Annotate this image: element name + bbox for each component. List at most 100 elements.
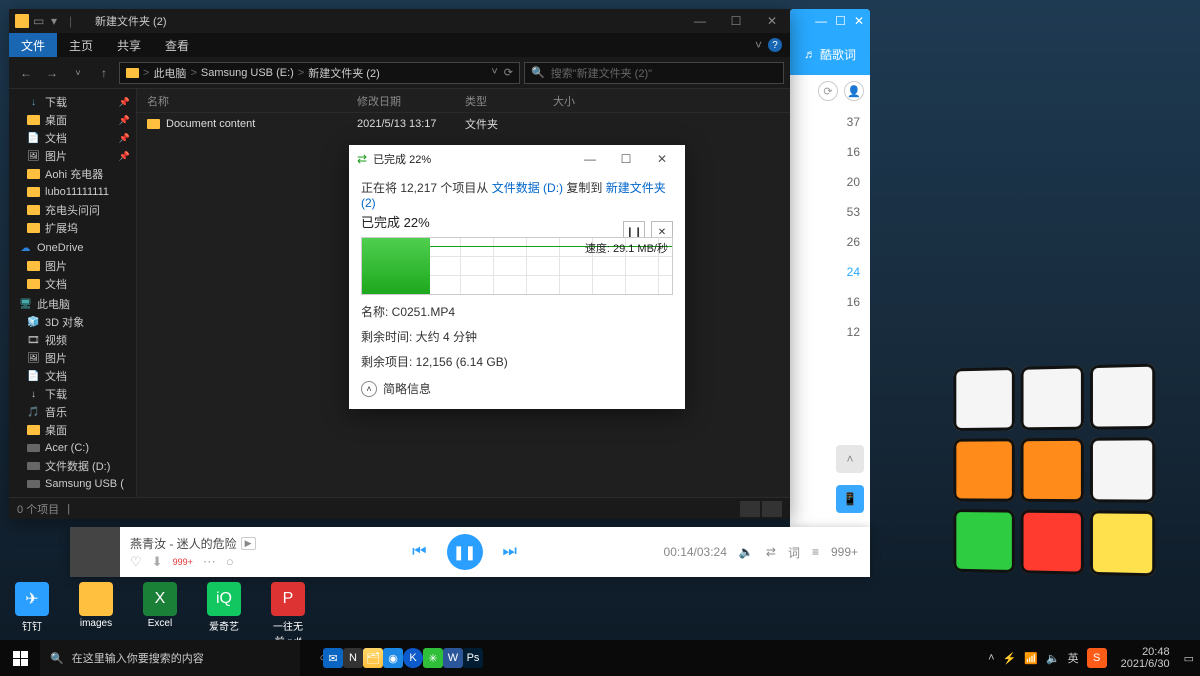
crumb-folder[interactable]: 新建文件夹 (2): [308, 65, 380, 81]
like-button[interactable]: ♡: [130, 554, 142, 570]
clock[interactable]: 20:48 2021/6/30: [1115, 646, 1176, 670]
taskbar-app[interactable]: W: [443, 640, 463, 676]
forward-button[interactable]: →: [41, 62, 63, 84]
navpane-item[interactable]: 桌面: [9, 421, 136, 439]
help-icon[interactable]: ?: [768, 38, 782, 52]
source-link[interactable]: 文件数据 (D:): [492, 181, 563, 195]
wifi-icon[interactable]: 📶: [1024, 652, 1038, 665]
navpane-item[interactable]: Aohi 充电器: [9, 165, 136, 183]
phone-sync-button[interactable]: 📱: [836, 485, 864, 513]
mv-badge[interactable]: ▶: [241, 537, 256, 550]
thispc-header[interactable]: 🖥此电脑: [9, 295, 136, 313]
navpane-item[interactable]: 文档: [9, 275, 136, 293]
desktop-icon[interactable]: images: [70, 582, 122, 648]
navpane-item[interactable]: 充电头问问: [9, 201, 136, 219]
navpane-item[interactable]: 🧊3D 对象: [9, 313, 136, 331]
qat-icon[interactable]: ▾: [51, 14, 65, 28]
more-button[interactable]: ⋯: [203, 554, 216, 570]
navpane-item[interactable]: 📄文档: [9, 367, 136, 385]
view-details-button[interactable]: [740, 501, 760, 517]
navpane-item[interactable]: 文件数据 (D:): [9, 457, 136, 475]
loop-button[interactable]: ⇄: [766, 545, 776, 559]
taskbar-search[interactable]: 🔍 在这里输入你要搜索的内容: [40, 640, 300, 676]
tab-view[interactable]: 查看: [153, 33, 201, 57]
ring-button[interactable]: ○: [226, 554, 234, 569]
search-input[interactable]: 🔍 搜索"新建文件夹 (2)": [524, 62, 784, 84]
onedrive-header[interactable]: ☁OneDrive: [9, 239, 136, 257]
breadcrumb[interactable]: > 此电脑 > Samsung USB (E:) > 新建文件夹 (2) ˅ ⟳: [119, 62, 520, 84]
navpane-item[interactable]: ↓下载📌: [9, 93, 136, 111]
sogou-ime-icon[interactable]: S: [1087, 648, 1107, 668]
navpane-item[interactable]: Samsung USB (: [9, 475, 136, 493]
start-button[interactable]: [0, 640, 40, 676]
user-icon[interactable]: 👤: [844, 81, 864, 101]
crumb-dropdown-icon[interactable]: ˅: [491, 66, 497, 79]
navpane-item[interactable]: 图片: [9, 257, 136, 275]
back-button[interactable]: ←: [15, 62, 37, 84]
sound-icon[interactable]: 🔈: [1046, 652, 1060, 665]
desktop-icon[interactable]: P一往无前.pdf: [262, 582, 314, 648]
navigation-pane[interactable]: ↓下载📌桌面📌📄文档📌🖼图片📌Aohi 充电器lubo11111111充电头问问…: [9, 89, 137, 497]
navpane-item[interactable]: Acer (C:): [9, 439, 136, 457]
fewer-details-toggle[interactable]: ˄ 简略信息: [361, 380, 673, 397]
dialog-close-button[interactable]: ✕: [647, 145, 677, 173]
file-row[interactable]: Document content2021/5/13 13:17文件夹: [137, 113, 790, 135]
recent-dropdown[interactable]: ˅: [67, 62, 89, 84]
col-name[interactable]: 名称: [137, 93, 347, 109]
view-icons-button[interactable]: [762, 501, 782, 517]
refresh-icon[interactable]: ⟳: [818, 81, 838, 101]
crumb-drive[interactable]: Samsung USB (E:): [201, 67, 294, 79]
crumb-thispc[interactable]: 此电脑: [153, 65, 186, 81]
next-button[interactable]: ⏭: [503, 543, 517, 561]
navpane-item[interactable]: 🖼图片📌: [9, 147, 136, 165]
navpane-item[interactable]: 桌面📌: [9, 111, 136, 129]
taskbar-app[interactable]: ✉: [323, 640, 343, 676]
navpane-item[interactable]: lubo11111111: [9, 183, 136, 201]
download-button[interactable]: ⬇: [152, 554, 163, 570]
sideapp-maximize-button[interactable]: ☐: [835, 14, 846, 28]
dialog-maximize-button[interactable]: ☐: [611, 145, 641, 173]
sideapp-close-button[interactable]: ✕: [854, 14, 864, 28]
qat-icon[interactable]: ▭: [33, 14, 47, 28]
tab-file[interactable]: 文件: [9, 33, 57, 57]
taskbar-app[interactable]: 🗂: [363, 640, 383, 676]
up-button[interactable]: ↑: [93, 62, 115, 84]
battery-icon[interactable]: ⚡: [1003, 652, 1017, 665]
tab-home[interactable]: 主页: [57, 33, 105, 57]
desktop-icon[interactable]: XExcel: [134, 582, 186, 648]
play-pause-button[interactable]: ❚❚: [447, 534, 483, 570]
prev-button[interactable]: ⏮: [412, 543, 426, 561]
taskbar-app[interactable]: N: [343, 640, 363, 676]
close-button[interactable]: ✕: [754, 9, 790, 33]
sideapp-minimize-button[interactable]: —: [815, 14, 827, 28]
ime-indicator[interactable]: 英: [1068, 650, 1079, 666]
album-art[interactable]: [70, 527, 120, 577]
ribbon-expand-icon[interactable]: ˅: [755, 38, 762, 52]
notification-button[interactable]: ▭: [1184, 652, 1194, 665]
column-headers[interactable]: 名称 修改日期 类型 大小: [137, 89, 790, 113]
track-title[interactable]: 燕青汝 - 迷人的危险: [130, 535, 237, 552]
col-size[interactable]: 大小: [543, 93, 623, 109]
taskbar-app[interactable]: Ps: [463, 640, 483, 676]
lyrics-button[interactable]: 词: [788, 544, 800, 561]
col-type[interactable]: 类型: [455, 93, 543, 109]
tray-expand-icon[interactable]: ˄: [988, 652, 994, 664]
scroll-top-button[interactable]: ˄: [836, 445, 864, 473]
taskbar-app[interactable]: ✳: [423, 640, 443, 676]
navpane-item[interactable]: 🖼图片: [9, 349, 136, 367]
col-date[interactable]: 修改日期: [347, 93, 455, 109]
playlist-button[interactable]: ≡: [812, 545, 819, 559]
maximize-button[interactable]: ☐: [718, 9, 754, 33]
desktop-icon[interactable]: ✈钉钉: [6, 582, 58, 648]
lyrics-tab[interactable]: 酷歌词: [820, 46, 856, 63]
navpane-item[interactable]: 📄文档📌: [9, 129, 136, 147]
taskbar-app[interactable]: ◉: [383, 640, 403, 676]
titlebar[interactable]: ▭ ▾ | 新建文件夹 (2) — ☐ ✕: [9, 9, 790, 33]
volume-button[interactable]: 🔈: [739, 545, 754, 559]
navpane-item[interactable]: 扩展坞: [9, 219, 136, 237]
navpane-item[interactable]: 🎞视频: [9, 331, 136, 349]
desktop-icon[interactable]: iQ爱奇艺: [198, 582, 250, 648]
taskbar-app[interactable]: K: [403, 640, 423, 676]
navpane-item[interactable]: ↓下载: [9, 385, 136, 403]
tab-share[interactable]: 共享: [105, 33, 153, 57]
